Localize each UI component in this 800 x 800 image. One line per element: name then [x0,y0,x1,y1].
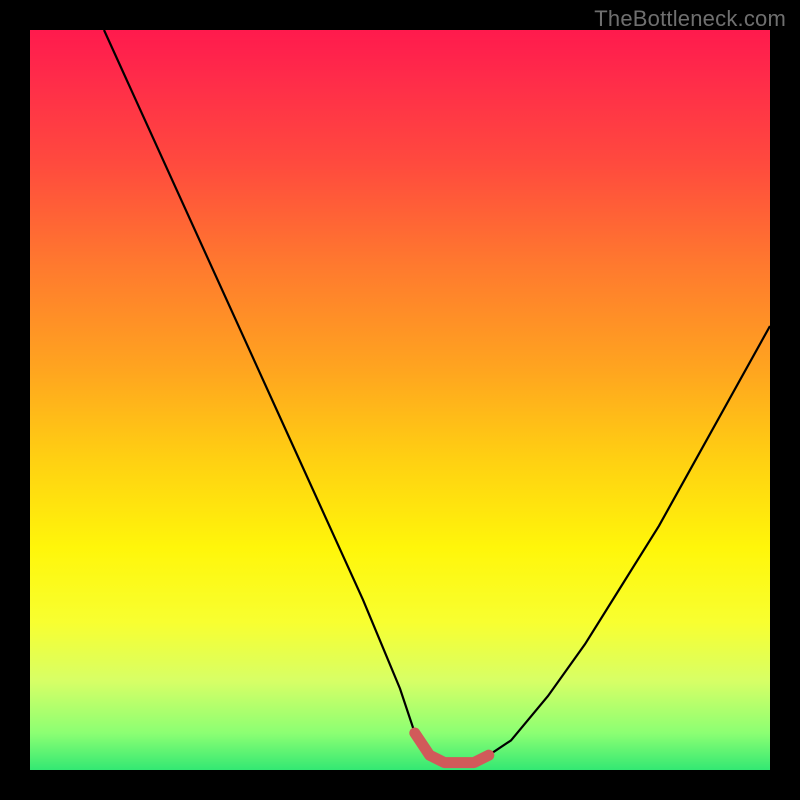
plot-area [30,30,770,770]
optimal-zone-marker [415,733,489,763]
watermark-text: TheBottleneck.com [594,6,786,32]
bottleneck-curve [104,30,770,763]
chart-frame: TheBottleneck.com [0,0,800,800]
curve-svg [30,30,770,770]
